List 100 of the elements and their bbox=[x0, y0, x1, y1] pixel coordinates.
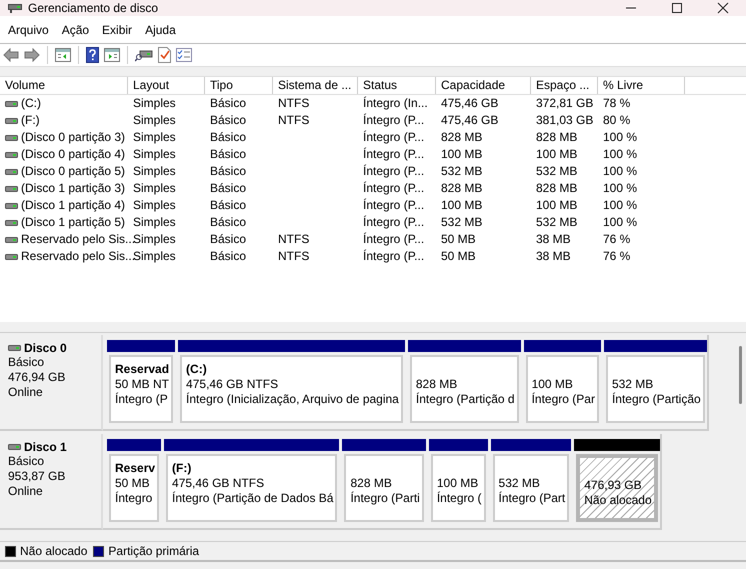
drive-icon bbox=[5, 218, 18, 226]
partition-name: Reserv bbox=[115, 460, 156, 476]
table-cell: Íntegro (P... bbox=[363, 198, 424, 212]
partition-block[interactable]: (C:) 475,46 GB NTFS Íntegro (Inicialização, Arquivo de pagina bbox=[180, 355, 403, 423]
checklist-icon[interactable] bbox=[176, 48, 192, 62]
table-cell: 475,46 GB bbox=[441, 96, 498, 110]
menu-item[interactable]: Ajuda bbox=[141, 22, 185, 36]
table-cell: 100 % bbox=[603, 147, 638, 161]
table-cell: Simples bbox=[133, 147, 176, 161]
table-cell: Básico bbox=[210, 96, 246, 110]
partition-block[interactable]: 100 MB Íntegro ( bbox=[430, 454, 486, 522]
table-cell: 76 % bbox=[603, 232, 630, 246]
drive-icon bbox=[8, 344, 21, 352]
checked-document-icon[interactable] bbox=[158, 47, 171, 63]
partition-size: 476,93 GB bbox=[584, 478, 643, 493]
partition-block[interactable]: (F:) 475,46 GB NTFS Íntegro (Partição de Dados Bá bbox=[166, 454, 338, 522]
drive-icon bbox=[5, 134, 18, 142]
drive-icon bbox=[8, 443, 21, 451]
table-cell: Simples bbox=[133, 215, 176, 229]
partition-block[interactable]: 532 MB Íntegro (Partição bbox=[606, 355, 705, 423]
help-icon[interactable] bbox=[86, 47, 99, 63]
column-header[interactable]: Status bbox=[358, 77, 436, 94]
table-cell: Simples bbox=[133, 113, 176, 127]
table-cell: 100 MB bbox=[441, 198, 482, 212]
table-cell: 828 MB bbox=[441, 181, 482, 195]
column-header[interactable]: % Livre bbox=[598, 77, 685, 94]
partition-size: 828 MB bbox=[350, 476, 393, 491]
volume-name: (F:) bbox=[21, 112, 40, 129]
back-arrow-icon[interactable] bbox=[3, 48, 19, 62]
table-cell: 100 MB bbox=[536, 147, 578, 161]
table-cell: Simples bbox=[133, 181, 176, 195]
table-cell: Básico bbox=[210, 130, 246, 144]
disk-status: Online bbox=[8, 484, 44, 499]
partition-block[interactable]: 476,93 GB Não alocado bbox=[576, 454, 658, 522]
partition-block[interactable]: 828 MB Íntegro (Parti bbox=[344, 454, 424, 522]
drive-icon bbox=[5, 116, 18, 124]
column-header[interactable]: Capacidade bbox=[436, 77, 531, 94]
maximize-icon[interactable] bbox=[671, 2, 683, 14]
partition-status: Íntegro (Parti bbox=[350, 491, 420, 506]
table-cell: 50 MB bbox=[441, 249, 476, 263]
drive-icon bbox=[5, 150, 18, 158]
drive-icon bbox=[5, 202, 18, 210]
window-pane-icon[interactable] bbox=[104, 48, 120, 62]
table-cell: 828 MB bbox=[536, 181, 578, 195]
column-header[interactable]: Tipo bbox=[205, 77, 273, 94]
table-cell: 828 MB bbox=[536, 130, 578, 144]
table-cell: 475,46 GB bbox=[441, 113, 498, 127]
table-cell: Básico bbox=[210, 113, 246, 127]
table-cell: 50 MB bbox=[441, 232, 476, 246]
table-cell: Íntegro (P... bbox=[363, 164, 424, 178]
forward-arrow-icon[interactable] bbox=[24, 48, 40, 62]
menu-item[interactable]: Arquivo bbox=[4, 22, 58, 36]
disk-status: Online bbox=[8, 385, 44, 400]
table-cell: NTFS bbox=[278, 113, 310, 127]
disk-size: 476,94 GB bbox=[8, 370, 66, 385]
partition-size: 828 MB bbox=[416, 377, 458, 392]
column-header[interactable]: Volume bbox=[0, 77, 128, 94]
disk-type: Básico bbox=[8, 454, 46, 469]
partition-name: Reservad bbox=[115, 361, 170, 377]
drive-icon bbox=[5, 236, 18, 244]
table-cell: Básico bbox=[210, 198, 246, 212]
table-cell: 532 MB bbox=[441, 215, 482, 229]
table-cell: 38 MB bbox=[536, 232, 571, 246]
table-cell: 100 % bbox=[603, 181, 638, 195]
table-cell: NTFS bbox=[278, 232, 310, 246]
partition-status: Íntegro (P bbox=[115, 392, 169, 407]
table-cell: Simples bbox=[133, 96, 176, 110]
volume-name: (Disco 1 partição 3) bbox=[21, 180, 126, 197]
close-icon[interactable] bbox=[717, 2, 729, 14]
table-cell: NTFS bbox=[278, 249, 310, 263]
partition-header-bar bbox=[428, 439, 488, 451]
table-cell: Íntegro (P... bbox=[363, 215, 424, 229]
column-header[interactable]: Espaço ... bbox=[531, 77, 598, 94]
table-cell: 76 % bbox=[603, 249, 630, 263]
column-header[interactable]: Sistema de ... bbox=[273, 77, 358, 94]
drive-icon bbox=[5, 184, 18, 192]
disk-name: Disco 0 bbox=[24, 341, 67, 355]
table-cell: Simples bbox=[133, 232, 176, 246]
table-cell: 78 % bbox=[603, 96, 630, 110]
menu-item[interactable]: Ação bbox=[58, 22, 98, 36]
partition-block[interactable]: 532 MB Íntegro (Part bbox=[492, 454, 570, 522]
partition-block[interactable]: Reserv 50 MB Íntegro bbox=[109, 454, 160, 522]
partition-block[interactable]: Reservad 50 MB NT Íntegro (P bbox=[109, 355, 174, 423]
disk-management-icon bbox=[8, 4, 22, 12]
table-cell: 828 MB bbox=[441, 130, 482, 144]
partition-status: Íntegro (Part bbox=[498, 491, 566, 506]
partition-status: Íntegro bbox=[115, 491, 154, 506]
partition-size: 100 MB bbox=[436, 476, 480, 491]
partition-block[interactable]: 100 MB Íntegro (Par bbox=[526, 355, 599, 423]
menu-item[interactable]: Exibir bbox=[98, 22, 142, 36]
table-cell: 38 MB bbox=[536, 249, 571, 263]
table-cell: Básico bbox=[210, 232, 246, 246]
column-header[interactable]: Layout bbox=[128, 77, 205, 94]
drive-magnifier-icon[interactable] bbox=[135, 48, 153, 62]
partition-name: (F:) bbox=[172, 460, 192, 476]
scrollbar-thumb[interactable] bbox=[738, 346, 742, 404]
partition-status: Íntegro (Inicialização, Arquivo de pagina bbox=[186, 392, 399, 407]
window-pane-icon[interactable] bbox=[55, 48, 71, 62]
partition-block[interactable]: 828 MB Íntegro (Partição d bbox=[410, 355, 519, 423]
table-cell: Íntegro (P... bbox=[363, 181, 424, 195]
